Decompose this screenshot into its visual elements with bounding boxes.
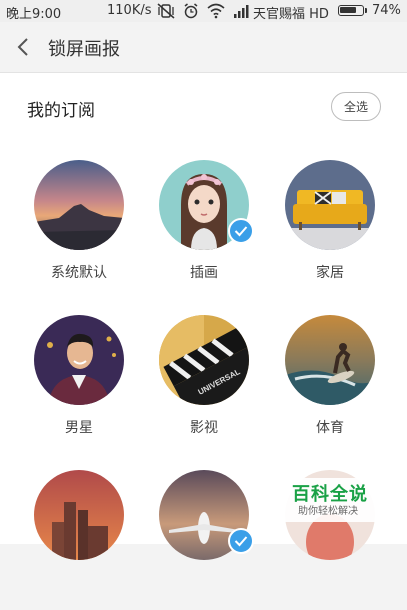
subscription-item-film[interactable]: UNIVERSAL 影视	[144, 315, 264, 455]
thumbnail-castle-sunset	[34, 470, 124, 560]
wifi-icon	[207, 3, 225, 19]
item-label: 男星	[65, 420, 93, 436]
thumbnail-mountain-sunset	[34, 160, 124, 250]
subscription-item-default[interactable]: 系统默认	[19, 160, 139, 300]
alarm-icon	[184, 3, 198, 19]
item-label: 家居	[316, 265, 344, 281]
status-time: 晚上9:00	[6, 7, 62, 22]
status-bar: 晚上9:00 110K/s 天官赐福 HD 74%	[0, 0, 407, 22]
item-label: 系统默认	[51, 265, 107, 281]
subscription-item-travel[interactable]	[144, 470, 264, 610]
checked-badge	[228, 528, 254, 554]
chevron-left-icon	[17, 38, 28, 56]
page-title: 锁屏画报	[48, 39, 120, 60]
back-button[interactable]	[12, 34, 36, 60]
watermark-subtitle: 助你轻松解决	[298, 506, 358, 517]
status-icons	[157, 1, 251, 21]
thumbnail-surfer	[285, 315, 375, 405]
watermark-overlay: 百科全说 助你轻松解决	[280, 478, 394, 522]
signal-icon	[234, 5, 249, 18]
subscription-panel: 我的订阅 全选 系统默认 插画 家居 男星 UNIVERSAL 影视 体育 百科…	[0, 73, 407, 560]
subscription-item-sports[interactable]: 体育	[270, 315, 390, 455]
thumbnail-yellow-sofa	[285, 160, 375, 250]
item-label: 体育	[316, 420, 344, 436]
item-label: 插画	[190, 265, 218, 281]
vibrate-off-icon	[157, 3, 175, 19]
checked-badge	[228, 218, 254, 244]
carrier-label: 天官赐福 HD	[253, 7, 329, 22]
thumbnail-male-star	[34, 315, 124, 405]
battery-percent: 74%	[372, 3, 401, 18]
checkmark-icon	[234, 536, 248, 547]
subscription-item-city[interactable]	[19, 470, 139, 610]
thumbnail-film-clapper: UNIVERSAL	[159, 315, 249, 405]
app-header: 锁屏画报	[0, 22, 407, 73]
battery-icon	[338, 5, 367, 16]
battery-level	[340, 7, 356, 13]
subscription-item-home[interactable]: 家居	[270, 160, 390, 300]
select-all-button[interactable]: 全选	[331, 92, 381, 121]
section-title: 我的订阅	[27, 101, 95, 121]
subscription-item-male-stars[interactable]: 男星	[19, 315, 139, 455]
item-label: 影视	[190, 420, 218, 436]
network-speed: 110K/s	[107, 3, 152, 18]
checkmark-icon	[234, 226, 248, 237]
subscription-item-illustration[interactable]: 插画	[144, 160, 264, 300]
